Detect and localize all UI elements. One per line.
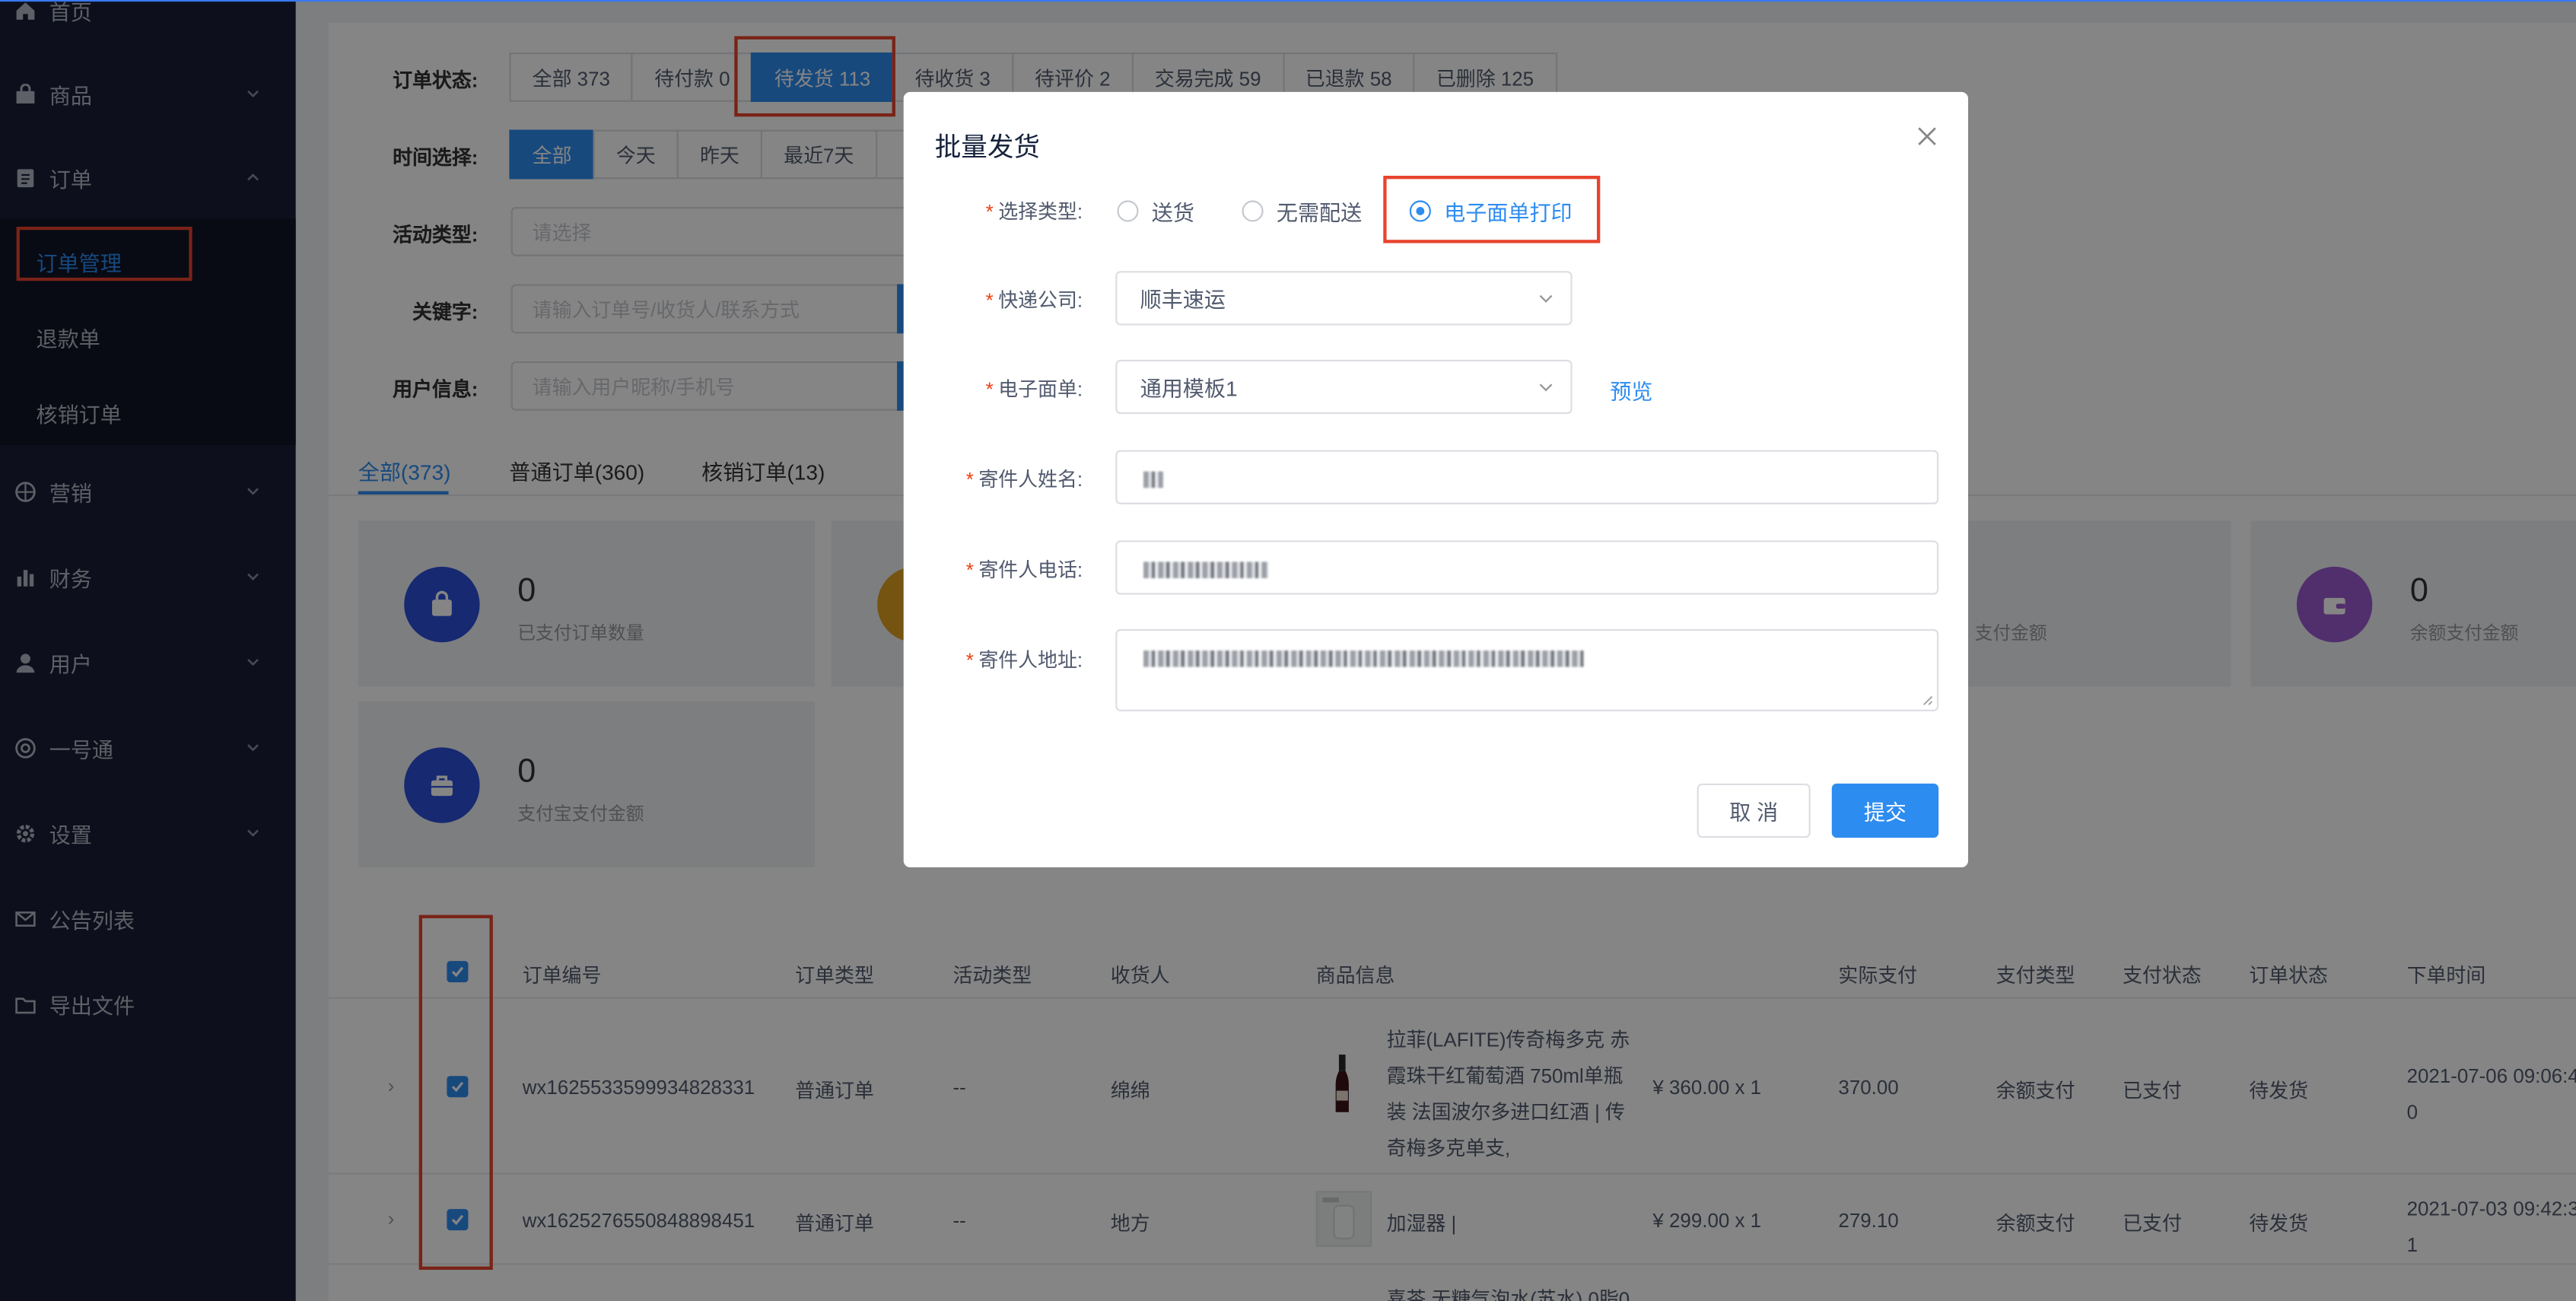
required-mark: * xyxy=(965,558,974,582)
redacted-text xyxy=(1143,561,1269,578)
type-label-text: 选择类型: xyxy=(998,200,1083,224)
sender-phone-label-text: 寄件人电话: xyxy=(978,558,1083,582)
redacted-text xyxy=(1143,650,1584,667)
sender-address-textarea[interactable] xyxy=(1115,628,1939,711)
courier-select[interactable]: 顺丰速运 xyxy=(1115,271,1573,326)
courier-label-text: 快递公司: xyxy=(998,288,1083,313)
required-mark: * xyxy=(965,468,974,491)
radio-delivery[interactable]: 送货 xyxy=(1117,196,1194,227)
waybill-value: 通用模板1 xyxy=(1140,376,1238,401)
modal-title: 批量发货 xyxy=(934,135,1040,163)
submit-button[interactable]: 提交 xyxy=(1831,783,1939,838)
resize-handle-icon[interactable] xyxy=(1922,695,1934,706)
waybill-label-text: 电子面单: xyxy=(998,377,1083,401)
required-mark: * xyxy=(985,288,994,313)
courier-label: * 快递公司: xyxy=(986,286,1083,314)
redacted-text xyxy=(1143,471,1163,488)
cancel-button[interactable]: 取 消 xyxy=(1697,783,1811,838)
required-mark: * xyxy=(965,648,974,673)
radio-dot xyxy=(1242,200,1264,222)
sender-name-input[interactable] xyxy=(1115,450,1939,504)
required-mark: * xyxy=(985,377,994,401)
radio-label: 送货 xyxy=(1151,200,1194,225)
window-top-line xyxy=(0,0,2576,2)
radio-dot xyxy=(1117,200,1139,222)
batch-ship-modal: 批量发货 * 选择类型: 送货 无需配送 电子面单打印 * 快递公司: 顺丰速运 *… xyxy=(903,91,1969,867)
sender-address-label: * 寄件人地址: xyxy=(966,646,1083,674)
sender-phone-input[interactable] xyxy=(1115,540,1939,595)
courier-value: 顺丰速运 xyxy=(1140,287,1226,313)
sender-address-label-text: 寄件人地址: xyxy=(978,648,1083,673)
waybill-template-select[interactable]: 通用模板1 xyxy=(1115,359,1573,415)
chevron-down-icon xyxy=(1539,294,1553,303)
radio-no-delivery[interactable]: 无需配送 xyxy=(1242,196,1363,227)
type-label: * 选择类型: xyxy=(986,197,1083,225)
sender-name-label: * 寄件人姓名: xyxy=(966,465,1083,493)
waybill-label: * 电子面单: xyxy=(986,374,1083,402)
sender-phone-label: * 寄件人电话: xyxy=(966,555,1083,584)
preview-link[interactable]: 预览 xyxy=(1610,374,1652,406)
sender-name-label-text: 寄件人姓名: xyxy=(978,468,1083,491)
close-icon[interactable] xyxy=(1916,125,1938,148)
required-mark: * xyxy=(985,200,994,224)
chevron-down-icon xyxy=(1539,383,1553,392)
highlight-box-waybill-option xyxy=(1383,176,1601,243)
radio-label: 无需配送 xyxy=(1276,200,1363,225)
